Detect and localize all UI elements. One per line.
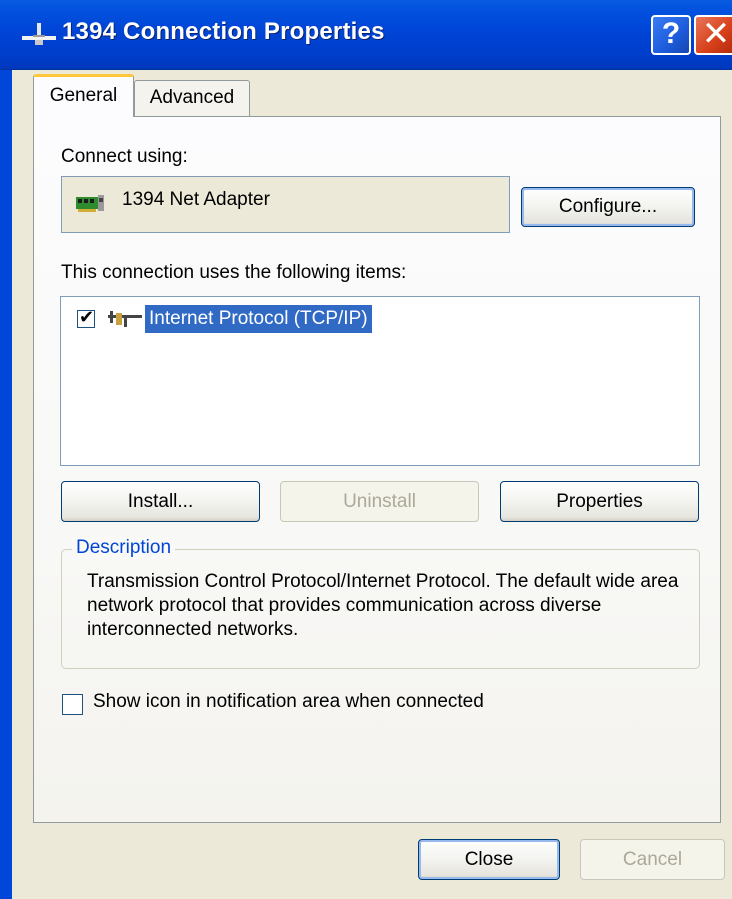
- connect-using-label: Connect using:: [61, 146, 188, 167]
- items-label: This connection uses the following items…: [61, 262, 407, 283]
- tab-general[interactable]: General: [33, 74, 134, 117]
- description-title: Description: [72, 537, 176, 559]
- uninstall-button[interactable]: Uninstall: [280, 481, 479, 522]
- window-frame-left: [0, 70, 12, 899]
- adapter-name: 1394 Net Adapter: [122, 189, 270, 210]
- description-text: Transmission Control Protocol/Internet P…: [87, 571, 679, 640]
- components-list[interactable]: ✔ Internet Protocol (TCP/IP): [60, 296, 700, 466]
- show-icon-checkbox[interactable]: [62, 694, 83, 715]
- protocol-icon: [108, 311, 142, 327]
- tab-advanced[interactable]: Advanced: [134, 80, 250, 116]
- window-title: 1394 Connection Properties: [62, 18, 385, 45]
- configure-button[interactable]: Configure...: [521, 187, 695, 227]
- close-button[interactable]: Close: [418, 839, 560, 880]
- properties-button[interactable]: Properties: [500, 481, 699, 522]
- tcpip-item-label: Internet Protocol (TCP/IP): [145, 305, 372, 333]
- checkmark-icon: ✔: [79, 307, 95, 327]
- cancel-button[interactable]: Cancel: [580, 839, 725, 880]
- adapter-display: 1394 Net Adapter: [61, 176, 510, 233]
- title-bar[interactable]: 1394 Connection Properties ? ✕: [0, 0, 732, 70]
- close-window-button[interactable]: ✕: [694, 15, 732, 55]
- network-adapter-icon: [76, 195, 104, 212]
- tcpip-checkbox[interactable]: ✔: [77, 307, 95, 328]
- show-icon-label[interactable]: Show icon in notification area when conn…: [93, 691, 484, 713]
- network-connection-icon: [22, 23, 56, 45]
- install-button[interactable]: Install...: [61, 481, 260, 522]
- help-button[interactable]: ?: [651, 15, 691, 55]
